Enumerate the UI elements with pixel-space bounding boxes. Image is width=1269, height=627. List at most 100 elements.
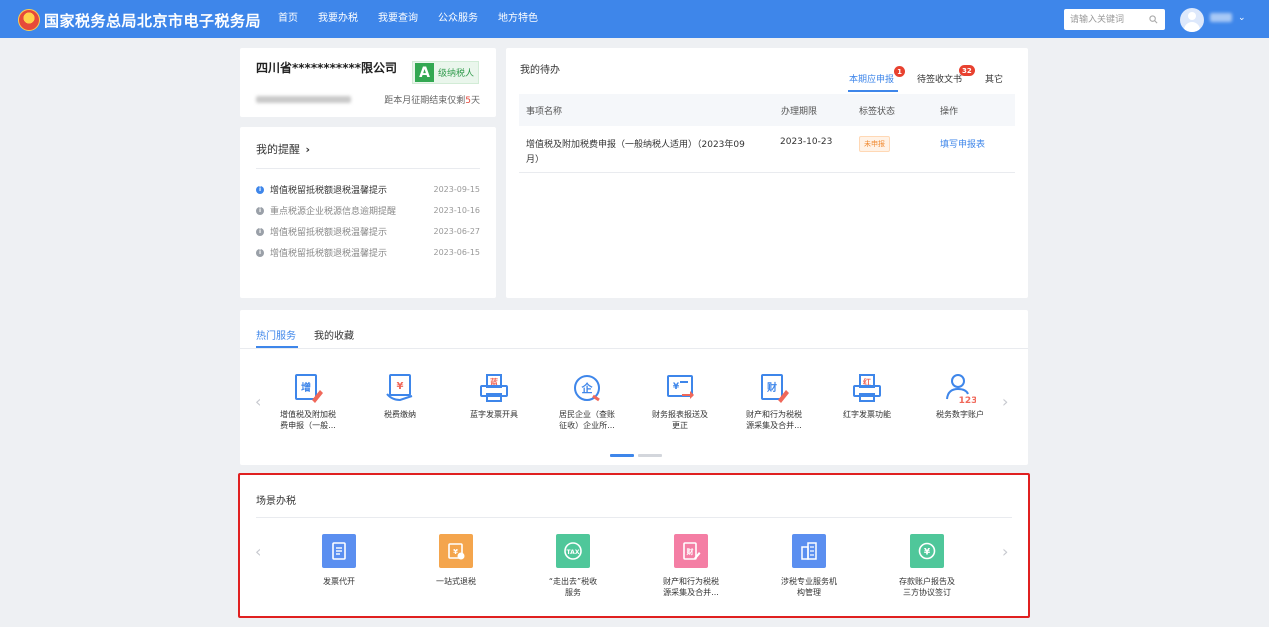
divider bbox=[240, 348, 1028, 349]
fill-declaration-link[interactable]: 填写申报表 bbox=[940, 137, 985, 150]
one-stop-refund-icon: ¥ bbox=[439, 534, 473, 568]
tax-payment-icon: ¥ bbox=[386, 374, 413, 402]
todo-title: 我的待办 bbox=[520, 65, 560, 76]
bank-account-icon: ¥ bbox=[910, 534, 944, 568]
scene-tax-card: 场景办税 ‹ › 发票代开 ¥ 一站式退税 TAX “走出去”税收 服务 财 财… bbox=[240, 475, 1028, 616]
vat-declare-icon: 增 bbox=[295, 374, 323, 403]
service-enterprise-income-tax[interactable]: 企 居民企业（查账 征收）企业所... bbox=[547, 372, 627, 431]
carousel-prev-icon[interactable]: ‹ bbox=[255, 392, 261, 411]
service-financial-report[interactable]: ¥ 财务报表报送及 更正 bbox=[640, 372, 720, 431]
carousel-pagination bbox=[610, 454, 662, 457]
info-icon: i bbox=[256, 248, 264, 257]
reminders-card: 我的提醒 › i 增值税留抵税额退税温馨提示 2023-09-15 i 重点税源… bbox=[240, 127, 496, 298]
search-icon[interactable] bbox=[1149, 15, 1158, 24]
user-avatar[interactable] bbox=[1180, 8, 1204, 32]
nav-local-features[interactable]: 地方特色 bbox=[488, 0, 548, 38]
scene-property-tax[interactable]: 财 财产和行为税税 源采集及合并... bbox=[644, 534, 738, 598]
column-header: 标签状态 bbox=[859, 107, 896, 117]
scene-one-stop-refund[interactable]: ¥ 一站式退税 bbox=[409, 534, 503, 587]
reminders-title[interactable]: 我的提醒 › bbox=[256, 141, 310, 157]
chevron-right-icon: › bbox=[305, 143, 311, 156]
todo-card: 我的待办 本期应申报 1 待签收文书 32 其它 事项名称 办理期限 标签状态 … bbox=[506, 48, 1028, 298]
search-input[interactable] bbox=[1064, 9, 1142, 30]
taxpayer-grade-badge: A 级纳税人 bbox=[412, 61, 479, 84]
info-icon: i bbox=[256, 185, 264, 194]
divider bbox=[256, 517, 1012, 518]
tab-documents-to-sign[interactable]: 待签收文书 bbox=[917, 72, 962, 85]
search-box bbox=[1064, 9, 1165, 30]
service-property-behavior-tax[interactable]: 财 财产和行为税税 源采集及合并... bbox=[734, 372, 814, 431]
company-name: 四川省***********限公司 bbox=[256, 61, 398, 75]
digital-account-icon: 123 bbox=[946, 374, 976, 404]
carousel-next-icon[interactable]: › bbox=[1002, 392, 1008, 411]
svg-text:财: 财 bbox=[686, 547, 694, 556]
chevron-down-icon[interactable]: ⌄ bbox=[1238, 13, 1246, 23]
nav-query[interactable]: 我要查询 bbox=[368, 0, 428, 38]
user-name-masked[interactable] bbox=[1210, 13, 1232, 22]
grade-label: 级纳税人 bbox=[438, 69, 475, 79]
reminder-item[interactable]: i 重点税源企业税源信息逾期提醒 2023-10-16 bbox=[256, 200, 480, 221]
tax-id-masked bbox=[256, 96, 351, 103]
svg-text:¥: ¥ bbox=[397, 381, 404, 392]
svg-text:123: 123 bbox=[959, 396, 976, 404]
todo-item-deadline: 2023-10-23 bbox=[780, 137, 833, 147]
red-invoice-icon: 红 bbox=[853, 374, 881, 402]
svg-text:¥: ¥ bbox=[924, 548, 931, 558]
svg-text:企: 企 bbox=[581, 381, 594, 395]
active-tab-indicator bbox=[848, 90, 898, 92]
carousel-prev-icon[interactable]: ‹ bbox=[255, 542, 261, 561]
top-header: 国家税务总局北京市电子税务局 首页 我要办税 我要查询 公众服务 地方特色 ⌄ bbox=[0, 0, 1269, 38]
reminder-item[interactable]: i 增值税留抵税额退税温馨提示 2023-06-15 bbox=[256, 242, 480, 263]
invoice-agent-icon bbox=[322, 534, 356, 568]
service-digital-account[interactable]: 123 税务数字账户 bbox=[920, 372, 1000, 420]
service-blue-invoice[interactable]: 蓝 蓝字发票开具 bbox=[454, 372, 534, 420]
svg-text:¥: ¥ bbox=[673, 382, 680, 392]
column-header: 办理期限 bbox=[781, 107, 818, 117]
tab-hot-services[interactable]: 热门服务 bbox=[256, 327, 296, 342]
divider bbox=[256, 168, 480, 169]
scene-bank-account[interactable]: ¥ 存款账户报告及 三方协议签订 bbox=[880, 534, 974, 598]
tab-current-declaration[interactable]: 本期应申报 bbox=[849, 72, 894, 85]
svg-text:TAX: TAX bbox=[567, 549, 580, 556]
tab-my-favorites[interactable]: 我的收藏 bbox=[314, 327, 354, 342]
nav-public-service[interactable]: 公众服务 bbox=[428, 0, 488, 38]
tab-other[interactable]: 其它 bbox=[985, 72, 1003, 85]
carousel-next-icon[interactable]: › bbox=[1002, 542, 1008, 561]
status-badge: 未申报 bbox=[859, 136, 890, 152]
todo-table-header: 事项名称 办理期限 标签状态 操作 bbox=[519, 94, 1015, 126]
site-title[interactable]: 国家税务总局北京市电子税务局 bbox=[44, 10, 261, 31]
tax-bureau-logo-icon bbox=[18, 9, 40, 31]
financial-report-icon: ¥ bbox=[667, 375, 694, 399]
service-red-invoice[interactable]: 红 红字发票功能 bbox=[827, 372, 907, 420]
nav-home[interactable]: 首页 bbox=[268, 0, 308, 38]
scene-invoice-agent[interactable]: 发票代开 bbox=[292, 534, 386, 587]
column-header: 操作 bbox=[940, 107, 959, 117]
column-header: 事项名称 bbox=[526, 107, 563, 117]
reminder-item[interactable]: i 增值税留抵税额退税温馨提示 2023-06-27 bbox=[256, 221, 480, 242]
service-vat-declaration[interactable]: 增 增值税及附加税 费申报（一般... bbox=[268, 372, 348, 431]
tab-badge: 1 bbox=[894, 66, 905, 77]
svg-text:财: 财 bbox=[766, 381, 777, 394]
hot-services-card: 热门服务 我的收藏 ‹ › 增 增值税及附加税 费申报（一般... ¥ 税费缴纳… bbox=[240, 310, 1028, 465]
scene-tax-title: 场景办税 bbox=[256, 496, 296, 507]
service-tax-payment[interactable]: ¥ 税费缴纳 bbox=[360, 372, 440, 420]
going-global-icon: TAX bbox=[556, 534, 590, 568]
agency-management-icon bbox=[792, 534, 826, 568]
scene-agency-management[interactable]: 涉税专业服务机 构管理 bbox=[762, 534, 856, 598]
deadline-notice: 距本月征期结束仅剩5天 bbox=[384, 96, 480, 106]
scene-going-global[interactable]: TAX “走出去”税收 服务 bbox=[526, 534, 620, 598]
info-icon: i bbox=[256, 206, 264, 215]
todo-item-name-cont: 月） bbox=[526, 155, 545, 165]
todo-item-name: 增值税及附加税费申报（一般纳税人适用）（2023年09 bbox=[526, 140, 745, 150]
property-tax-icon: 财 bbox=[761, 374, 789, 403]
enterprise-tax-icon: 企 bbox=[574, 375, 600, 402]
svg-text:¥: ¥ bbox=[453, 548, 458, 556]
nav-do-tax[interactable]: 我要办税 bbox=[308, 0, 368, 38]
grade-letter: A bbox=[415, 63, 434, 82]
carousel-dot[interactable] bbox=[638, 454, 662, 457]
info-icon: i bbox=[256, 227, 264, 236]
carousel-dot[interactable] bbox=[610, 454, 634, 457]
tab-badge: 32 bbox=[959, 65, 975, 76]
main-nav: 首页 我要办税 我要查询 公众服务 地方特色 bbox=[268, 0, 548, 38]
reminder-item[interactable]: i 增值税留抵税额退税温馨提示 2023-09-15 bbox=[256, 179, 480, 200]
